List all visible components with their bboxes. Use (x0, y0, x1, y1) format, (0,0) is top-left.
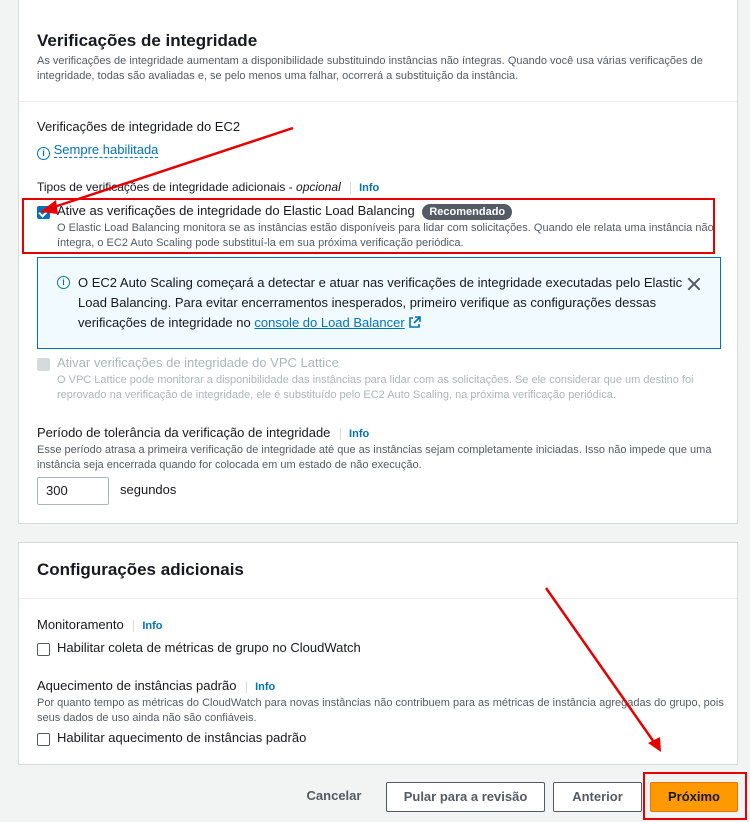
additional-settings-panel: Configurações adicionais Monitoramento I… (18, 542, 738, 765)
warmup-description: Por quanto tempo as métricas do CloudWat… (37, 697, 724, 724)
alert-text: O EC2 Auto Scaling começará a detectar e… (78, 273, 698, 333)
vpc-lattice-checkbox (37, 358, 50, 371)
warmup-checkbox-label: Habilitar aquecimento de instâncias padr… (57, 730, 307, 745)
additional-types-text: Tipos de verificações de integridade adi… (37, 180, 293, 194)
info-icon: i (57, 276, 70, 289)
optional-text: opcional (296, 180, 341, 194)
grace-period-row: Período de tolerância da verificação de … (37, 425, 370, 440)
cloudwatch-metrics-label: Habilitar coleta de métricas de grupo no… (57, 640, 361, 655)
cloudwatch-metrics-checkbox[interactable] (37, 643, 50, 656)
additional-settings-title: Configurações adicionais (37, 560, 244, 579)
elb-checkbox[interactable] (37, 206, 50, 219)
next-button[interactable]: Próximo (650, 782, 738, 812)
alert-line-2: Load Balancing. Para evitar encerramento… (78, 295, 657, 310)
grace-period-label: Período de tolerância da verificação de … (37, 425, 331, 440)
cancel-button[interactable]: Cancelar (296, 782, 372, 812)
external-link-icon (409, 316, 422, 328)
recommended-badge: Recomendado (422, 204, 513, 220)
monitoring-row: Monitoramento Info (37, 617, 163, 632)
previous-button[interactable]: Anterior (553, 782, 642, 812)
skip-to-review-button[interactable]: Pular para a revisão (386, 782, 545, 812)
elb-info-alert: i O EC2 Auto Scaling começará a detectar… (37, 257, 721, 349)
elb-row: Ative as verificações de integridade do … (57, 203, 513, 220)
health-checks-title: Verificações de integridade (37, 31, 258, 50)
additional-types-label: Tipos de verificações de integridade adi… (37, 180, 380, 194)
ec2-health-check-label: Verificações de integridade do EC2 (37, 119, 241, 134)
health-checks-panel: Verificações de integridade As verificaç… (18, 0, 738, 524)
grace-period-description: Esse período atrasa a primeira verificaç… (37, 444, 712, 471)
warmup-row: Aquecimento de instâncias padrão Info (37, 678, 276, 693)
ec2-status-text[interactable]: Sempre habilitada (53, 142, 159, 158)
warmup-checkbox[interactable] (37, 733, 50, 746)
vpc-lattice-description: O VPC Lattice pode monitorar a disponibi… (57, 374, 694, 401)
info-link[interactable]: Info (246, 681, 276, 693)
health-checks-header: Verificações de integridade As verificaç… (19, 0, 737, 102)
health-checks-description: As verificações de integridade aumentam … (37, 55, 703, 82)
load-balancer-console-link[interactable]: console do Load Balancer (254, 315, 404, 330)
info-link[interactable]: Info (133, 620, 163, 632)
warmup-label: Aquecimento de instâncias padrão (37, 678, 237, 693)
info-link[interactable]: Info (350, 182, 380, 194)
info-link[interactable]: Info (340, 428, 370, 440)
info-icon: i (37, 147, 50, 160)
vpc-lattice-label: Ativar verificações de integridade do VP… (57, 355, 339, 370)
grace-period-input[interactable]: 300 (37, 477, 109, 505)
alert-line-3: verificações de integridade no (78, 315, 251, 330)
close-icon[interactable] (686, 276, 702, 292)
alert-line-1: O EC2 Auto Scaling começará a detectar e… (78, 275, 683, 290)
grace-period-unit: segundos (120, 482, 177, 497)
elb-label: Ative as verificações de integridade do … (57, 203, 415, 218)
monitoring-label: Monitoramento (37, 617, 124, 632)
elb-description: O Elastic Load Balancing monitora se as … (57, 222, 714, 249)
additional-settings-header: Configurações adicionais (19, 543, 737, 599)
ec2-status: i Sempre habilitada (37, 142, 159, 160)
